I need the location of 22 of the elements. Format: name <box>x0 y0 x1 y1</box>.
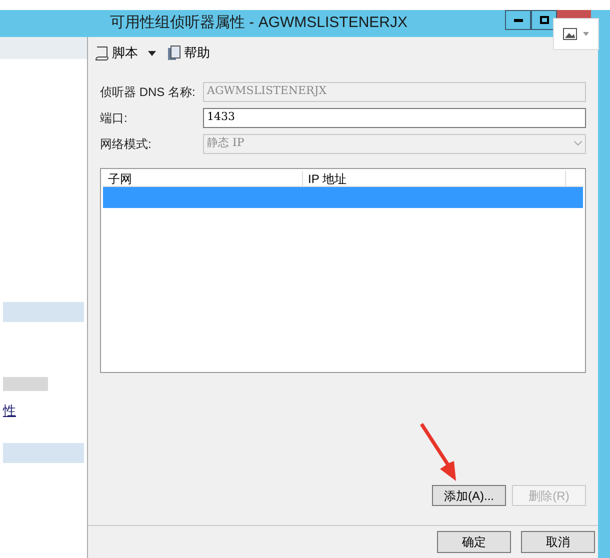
chevron-icon <box>574 141 582 146</box>
minimize-button[interactable] <box>505 10 531 30</box>
image-popup[interactable] <box>553 18 599 50</box>
sidebar-link[interactable]: 性 <box>3 401 16 420</box>
field-label: 侦听器 DNS 名称: <box>100 84 196 100</box>
toolbar-button[interactable]: 帮助 <box>166 43 210 63</box>
pointer-arrow <box>418 423 458 483</box>
field-label: 网络模式: <box>100 136 152 152</box>
list-button[interactable]: 添加(A)... <box>432 485 506 506</box>
document-icon <box>166 45 182 61</box>
caret-icon <box>148 50 156 56</box>
input-field[interactable]: 1433 <box>203 108 586 128</box>
toolbar-button[interactable]: 脚本 <box>94 43 138 63</box>
dialog-button[interactable]: 取消 <box>521 531 595 553</box>
window-title: 可用性组侦听器属性 - AGWMSLISTENERJX <box>110 13 408 34</box>
field-label: 端口: <box>100 110 128 126</box>
dialog-button[interactable]: 确定 <box>437 531 511 553</box>
blurred-item <box>3 377 48 391</box>
column-header[interactable]: 子网 <box>103 171 303 186</box>
column-header[interactable]: IP 地址 <box>303 171 566 186</box>
image-icon <box>563 28 577 40</box>
scroll-icon <box>94 45 110 61</box>
